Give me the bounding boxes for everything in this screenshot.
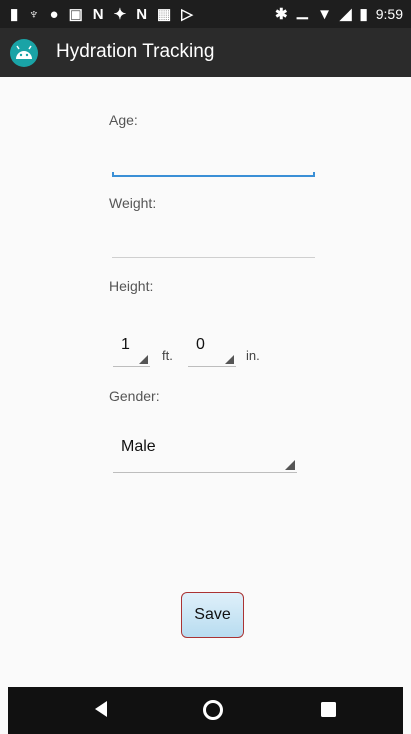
signal-icon: ◢ (339, 6, 352, 23)
recents-icon[interactable] (321, 702, 336, 717)
wifi-icon: ▼ (317, 5, 332, 23)
age-label: Age: (109, 112, 138, 128)
notification-icon: ▷ (181, 6, 193, 23)
dropdown-arrow-icon (139, 355, 148, 364)
app-title: Hydration Tracking (56, 41, 215, 62)
height-label: Height: (109, 278, 154, 294)
status-bar: ▮ ♆ ● ▣ N ✦ N ▦ ▷ ✱ ⚊ ▼ ◢ ▮ 9:59 (0, 0, 411, 28)
notification-icon: ♆ (28, 5, 40, 23)
notification-icon: ● (49, 5, 59, 23)
height-feet-value: 1 (121, 336, 130, 353)
notification-icon: N (136, 5, 148, 23)
notification-icon: ▮ (10, 6, 19, 23)
back-icon[interactable] (93, 699, 109, 719)
height-inches-spinner[interactable]: 0 (188, 336, 236, 367)
battery-icon: ▮ (359, 6, 368, 23)
dropdown-arrow-icon (225, 355, 234, 364)
feet-unit-label: ft. (162, 348, 173, 363)
notification-icon: ✦ (113, 6, 127, 23)
gender-value: Male (121, 438, 156, 455)
height-inches-value: 0 (196, 336, 205, 353)
gender-spinner[interactable]: Male (113, 428, 297, 473)
form-container: Age: Weight: Height: 1 ft. 0 in. Gender:… (0, 77, 411, 687)
notification-icon: ▦ (157, 6, 172, 23)
image-icon: ▣ (68, 6, 83, 23)
age-input[interactable] (112, 157, 315, 177)
notification-icons: ▮ ♆ ● ▣ N ✦ N ▦ ▷ (10, 5, 193, 24)
save-button[interactable]: Save (181, 592, 244, 638)
home-icon[interactable] (202, 699, 224, 721)
height-feet-spinner[interactable]: 1 (113, 336, 150, 367)
inches-unit-label: in. (246, 348, 260, 363)
notification-icon: N (92, 5, 104, 23)
system-icons: ✱ ⚊ ▼ ◢ ▮ 9:59 (275, 5, 403, 24)
do-not-disturb-icon: ⚊ (295, 6, 310, 23)
gender-label: Gender: (109, 388, 160, 404)
android-icon (10, 39, 38, 67)
weight-input[interactable] (112, 239, 315, 258)
bluetooth-icon: ✱ (275, 6, 288, 23)
navigation-bar (8, 687, 403, 734)
app-bar: Hydration Tracking (0, 28, 411, 77)
weight-label: Weight: (109, 195, 157, 211)
clock: 9:59 (375, 6, 403, 22)
dropdown-arrow-icon (285, 460, 295, 470)
